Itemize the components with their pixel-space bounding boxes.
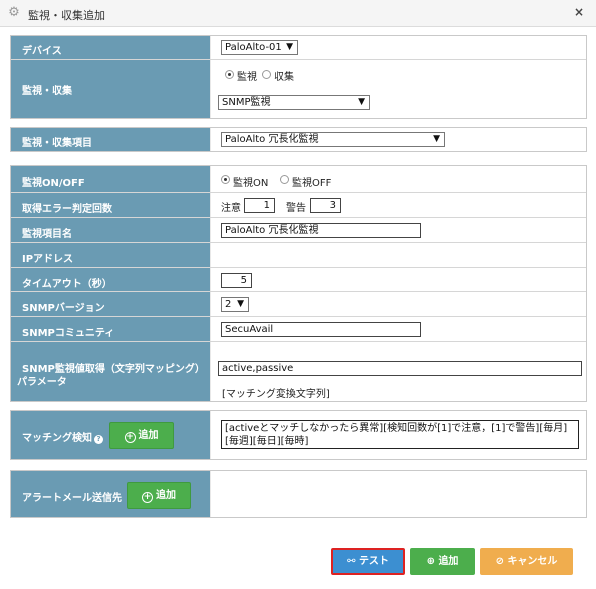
item-name-input[interactable]: PaloAlto 冗長化監視 (221, 223, 421, 238)
collect-radio[interactable] (262, 70, 271, 79)
monitor-off-label: 監視OFF (292, 178, 332, 189)
monitor-collect-row: 監視・収集 監視 収集 SNMP監視 ▼ (11, 60, 586, 118)
item-row: 監視・収集項目 PaloAlto 冗長化監視 ▼ (11, 128, 586, 151)
matching-add-button[interactable]: + 追加 (109, 422, 174, 449)
monitor-on-radio[interactable] (221, 175, 230, 184)
monitor-radio-label: 監視 (237, 72, 257, 83)
device-label: デバイス (22, 46, 62, 57)
help-icon[interactable]: ? (94, 435, 103, 444)
snmp-version-value: 2 (225, 299, 232, 310)
plus-circle-icon: + (142, 492, 153, 503)
cancel-button-label: キャンセル (507, 556, 558, 567)
item-name-label: 監視項目名 (22, 229, 72, 240)
chevron-down-icon: ▼ (358, 97, 365, 107)
chevron-down-icon: ▼ (433, 134, 440, 144)
item-select-value: PaloAlto 冗長化監視 (225, 134, 319, 145)
cancel-icon: ⊘ (495, 556, 508, 567)
timeout-input[interactable]: 5 (221, 273, 252, 288)
snmp-version-row: SNMPバージョン 2 ▼ (11, 292, 586, 317)
cancel-button[interactable]: ⊘ キャンセル (480, 548, 573, 575)
matching-rules-text: [activeとマッチしなかったら異常][検知回数が[1]で注意，[1]で警告]… (225, 423, 568, 447)
collect-radio-label: 収集 (274, 72, 294, 83)
matching-block: マッチング検知? + 追加 [activeとマッチしなかったら異常][検知回数が[… (10, 410, 587, 460)
device-row: デバイス PaloAlto-01 ▼ (11, 36, 586, 60)
error-count-label: 取得エラー判定回数 (22, 204, 112, 215)
matching-label-text: マッチング検知 (22, 433, 92, 444)
ip-row: IPアドレス (11, 243, 586, 268)
alert-add-button[interactable]: + 追加 (127, 482, 191, 509)
community-input[interactable]: SecuAvail (221, 322, 421, 337)
item-block: 監視・収集項目 PaloAlto 冗長化監視 ▼ (10, 127, 587, 152)
item-name-row: 監視項目名 PaloAlto 冗長化監視 (11, 218, 586, 243)
dialog-titlebar: ⚙ 監視・収集追加 × (0, 0, 596, 27)
matching-rules-box[interactable]: [activeとマッチしなかったら異常][検知回数が[1]で注意，[1]で警告]… (221, 420, 579, 449)
item-select[interactable]: PaloAlto 冗長化監視 ▼ (221, 132, 445, 147)
alert-block: アラートメール送信先 + 追加 (10, 470, 587, 518)
plus-circle-icon: + (124, 432, 136, 443)
chevron-down-icon: ▼ (286, 42, 293, 52)
plus-circle-icon: ⊕ (426, 556, 439, 567)
dialog-title: 監視・収集追加 (28, 9, 105, 22)
gear-icon: ⚙ (8, 5, 20, 20)
item-label: 監視・収集項目 (22, 138, 92, 149)
test-button-label: テスト (358, 556, 389, 567)
error-count-row: 取得エラー判定回数 注意 1 警告 3 (11, 193, 586, 218)
caution-count-input[interactable]: 1 (244, 198, 275, 213)
alert-label: アラートメール送信先 (22, 493, 122, 504)
snmp-version-label: SNMPバージョン (22, 303, 105, 314)
monitor-type-value: SNMP監視 (222, 97, 271, 108)
caution-label: 注意 (221, 203, 241, 214)
warning-label: 警告 (286, 203, 306, 214)
test-button[interactable]: ⚯ テスト (331, 548, 405, 575)
warning-count-input[interactable]: 3 (310, 198, 341, 213)
add-button[interactable]: ⊕ 追加 (410, 548, 475, 575)
alert-row: アラートメール送信先 + 追加 (11, 471, 586, 517)
community-label: SNMPコミュニティ (22, 328, 115, 339)
matching-add-label: 追加 (138, 430, 159, 441)
monitor-collect-label: 監視・収集 (22, 86, 72, 97)
close-icon[interactable]: × (574, 5, 584, 19)
onoff-label: 監視ON/OFF (22, 178, 85, 189)
param-row: SNMP監視値取得（文字列マッピング） パラメータ active,passive… (11, 342, 586, 401)
monitor-type-select[interactable]: SNMP監視 ▼ (218, 95, 370, 110)
onoff-row: 監視ON/OFF 監視ON 監視OFF (11, 166, 586, 193)
add-button-label: 追加 (438, 556, 459, 567)
community-row: SNMPコミュニティ SecuAvail (11, 317, 586, 342)
monitor-radio[interactable] (225, 70, 234, 79)
snmp-version-select[interactable]: 2 ▼ (221, 297, 249, 312)
ip-label: IPアドレス (22, 254, 74, 265)
settings-block: 監視ON/OFF 監視ON 監視OFF 取得エラー判定回数 注意 1 警告 3 … (10, 165, 587, 402)
monitor-on-label: 監視ON (233, 178, 269, 189)
param-input[interactable]: active,passive (218, 361, 582, 376)
device-block: デバイス PaloAlto-01 ▼ 監視・収集 監視 収集 SNMP監視 ▼ (10, 35, 587, 119)
matching-label: マッチング検知? (22, 429, 103, 444)
monitor-off-radio[interactable] (280, 175, 289, 184)
param-hint: [マッチング変換文字列] (222, 389, 330, 400)
alert-add-label: 追加 (156, 490, 176, 501)
matching-row: マッチング検知? + 追加 [activeとマッチしなかったら異常][検知回数が[… (11, 411, 586, 459)
device-select-value: PaloAlto-01 (225, 42, 282, 53)
chevron-down-icon: ▼ (237, 299, 244, 309)
device-select[interactable]: PaloAlto-01 ▼ (221, 40, 298, 55)
link-icon: ⚯ (347, 556, 359, 567)
timeout-row: タイムアウト（秒） 5 (11, 268, 586, 292)
param-label-line2: パラメータ (17, 377, 67, 388)
timeout-label: タイムアウト（秒） (22, 279, 112, 290)
